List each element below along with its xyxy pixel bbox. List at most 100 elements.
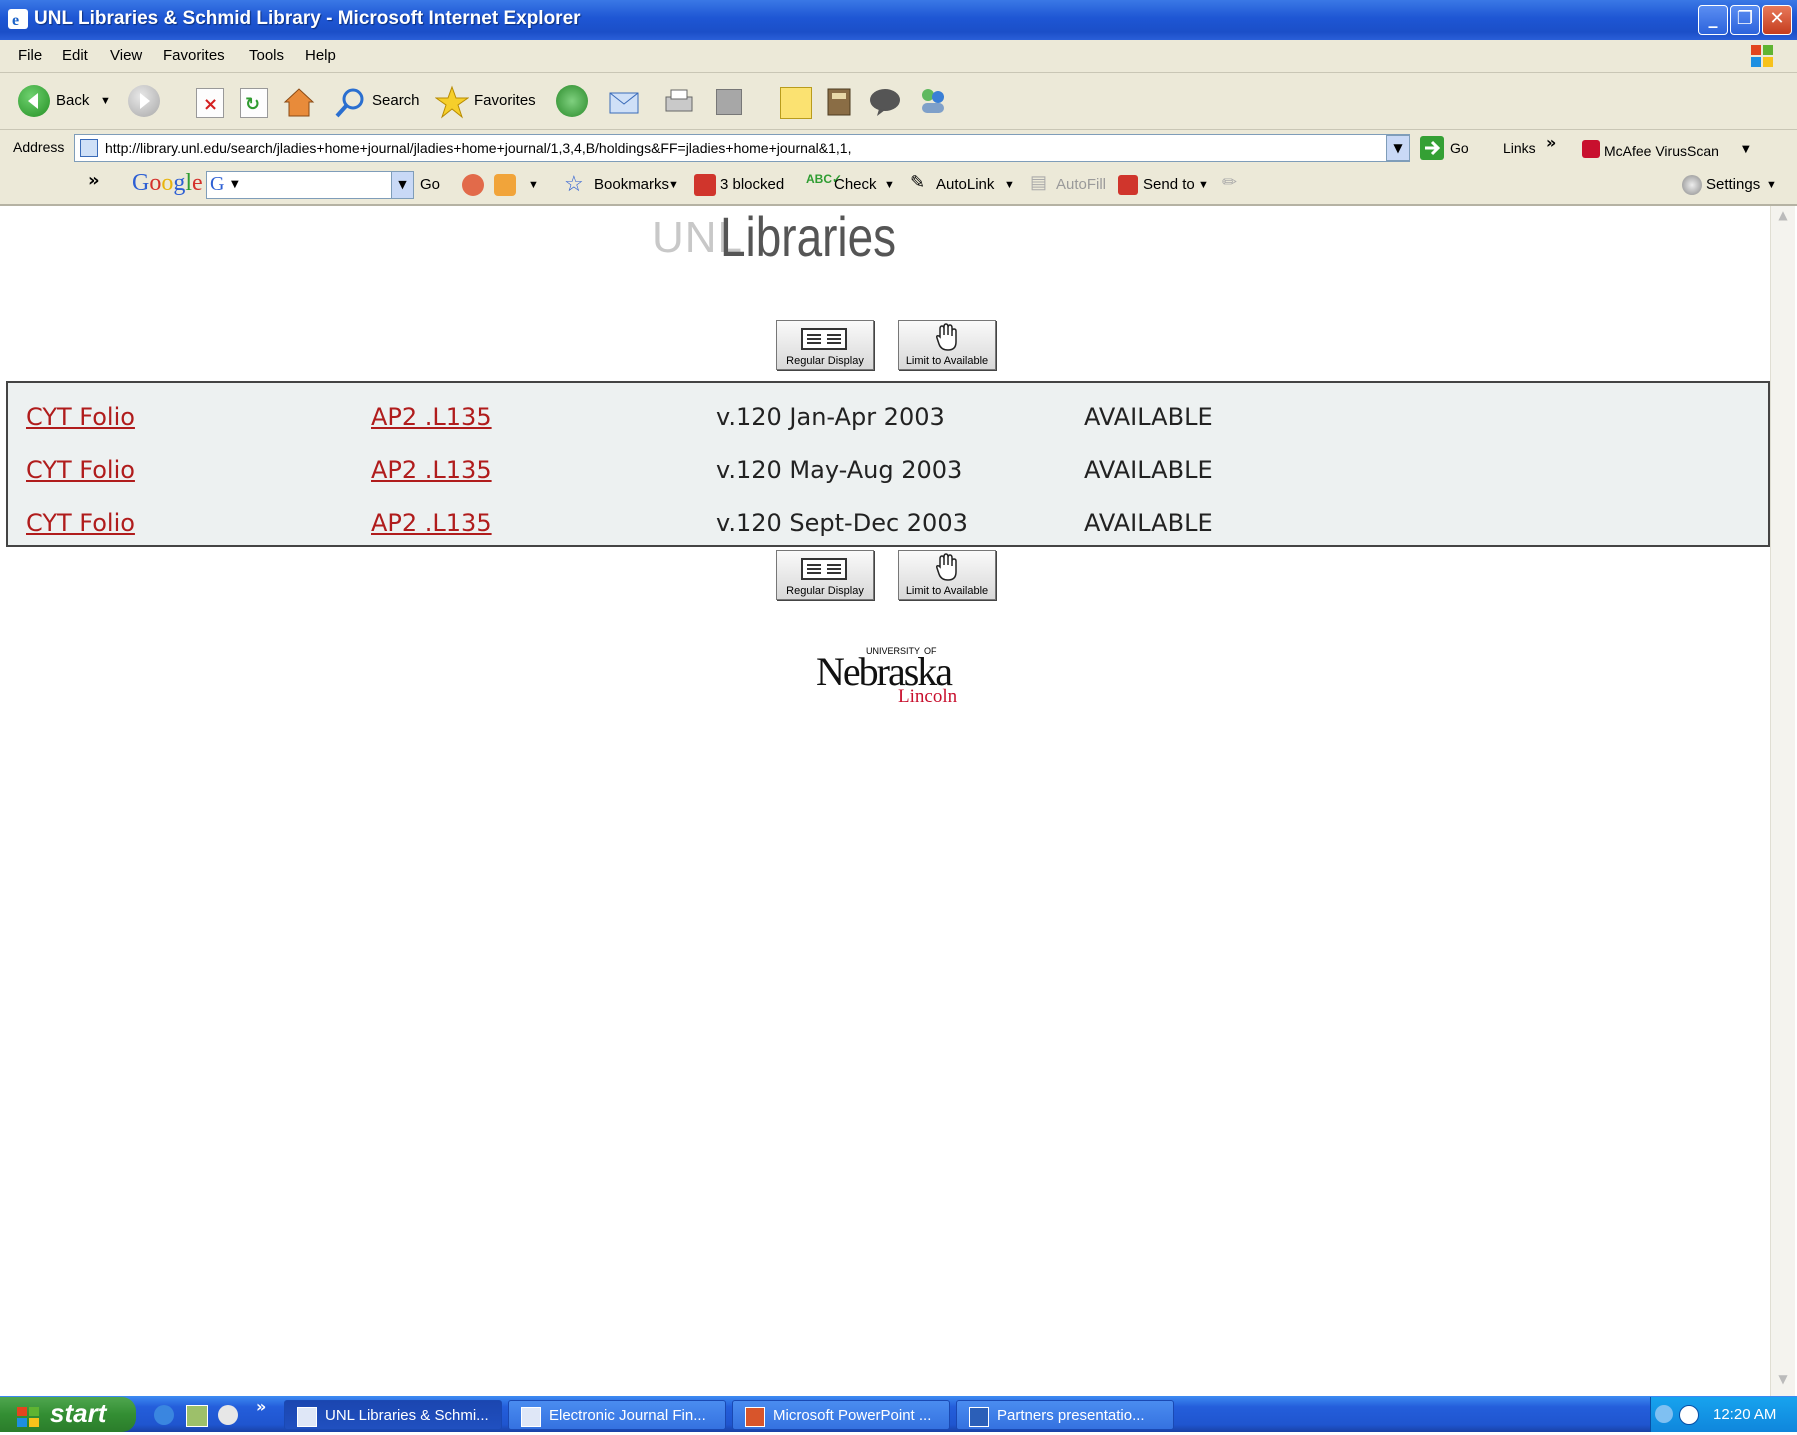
research-icon[interactable] xyxy=(824,85,854,117)
send-to-icon[interactable] xyxy=(1118,175,1138,195)
menu-file[interactable]: File xyxy=(18,47,42,64)
popups-blocked-label[interactable]: 3 blocked xyxy=(720,176,784,193)
search-button-label[interactable]: Search xyxy=(372,92,420,109)
back-button-label[interactable]: Back xyxy=(56,92,89,109)
autofill-button[interactable]: AutoFill xyxy=(1056,176,1106,193)
google-g-dropdown-icon[interactable]: ▼ xyxy=(231,179,239,190)
regular-display-button-bottom[interactable]: Regular Display xyxy=(776,550,874,600)
edit-icon[interactable] xyxy=(716,89,742,115)
puzzle-dropdown-icon[interactable]: ▼ xyxy=(528,179,539,191)
autolink-icon[interactable]: ✎ xyxy=(910,172,925,193)
taskbar-item-label: UNL Libraries & Schmi... xyxy=(325,1407,489,1424)
pencil-icon[interactable]: ✏ xyxy=(1222,172,1237,193)
forward-arrow-icon[interactable] xyxy=(128,85,160,117)
send-to-dropdown-icon[interactable]: ▼ xyxy=(1198,179,1209,191)
mail-icon[interactable] xyxy=(608,87,642,117)
links-chevron-icon[interactable]: » xyxy=(1546,133,1556,152)
quicklaunch-media-icon[interactable] xyxy=(218,1405,238,1425)
history-icon[interactable] xyxy=(556,85,588,117)
send-to-button[interactable]: Send to xyxy=(1143,176,1195,193)
favorites-star-icon[interactable] xyxy=(434,85,470,119)
google-go-button[interactable]: Go xyxy=(420,176,440,193)
menu-edit[interactable]: Edit xyxy=(62,47,88,64)
location-link[interactable]: CYT Folio xyxy=(26,403,135,431)
go-button-label[interactable]: Go xyxy=(1450,140,1469,156)
location-link[interactable]: CYT Folio xyxy=(26,509,135,537)
notes-icon[interactable] xyxy=(780,87,812,119)
quicklaunch-chevron-icon[interactable]: » xyxy=(256,1397,266,1416)
google-search-input[interactable]: G ▼ ▼ xyxy=(206,171,414,199)
address-dropdown-icon[interactable]: ▼ xyxy=(1386,135,1410,161)
taskbar-item-powerpoint[interactable]: Microsoft PowerPoint ... xyxy=(732,1400,950,1430)
call-number-link-text[interactable]: AP2 .L135 xyxy=(371,509,492,537)
popup-blocker-icon[interactable] xyxy=(694,174,716,196)
home-icon[interactable] xyxy=(282,85,316,119)
regular-display-button-top[interactable]: Regular Display xyxy=(776,320,874,370)
call-number-link[interactable]: AP2 .L135 xyxy=(371,456,492,484)
menu-help[interactable]: Help xyxy=(305,47,336,64)
tray-arrow-icon[interactable] xyxy=(1655,1405,1673,1423)
quicklaunch-desktop-icon[interactable] xyxy=(186,1405,208,1427)
location-link-text[interactable]: CYT Folio xyxy=(26,509,135,537)
vertical-scrollbar[interactable]: ▲ ▼ xyxy=(1770,206,1795,1396)
check-dropdown-icon[interactable]: ▼ xyxy=(884,179,895,191)
call-number-link-text[interactable]: AP2 .L135 xyxy=(371,456,492,484)
status-text: AVAILABLE xyxy=(1084,403,1213,431)
location-link[interactable]: CYT Folio xyxy=(26,456,135,484)
start-button[interactable]: start xyxy=(0,1397,136,1432)
messenger-icon[interactable] xyxy=(868,87,902,117)
close-button[interactable]: ✕ xyxy=(1762,5,1792,35)
puzzle-icon[interactable] xyxy=(494,174,516,196)
buddies-icon[interactable] xyxy=(916,85,950,117)
address-input[interactable]: http://library.unl.edu/search/jladies+ho… xyxy=(74,134,1410,162)
settings-dropdown-icon[interactable]: ▼ xyxy=(1766,179,1777,191)
favorites-button-label[interactable]: Favorites xyxy=(474,92,536,109)
bookmarks-star-icon[interactable]: ☆ xyxy=(564,171,584,197)
back-dropdown-icon[interactable]: ▼ xyxy=(100,95,111,107)
call-number-link[interactable]: AP2 .L135 xyxy=(371,509,492,537)
settings-button[interactable]: Settings xyxy=(1706,176,1760,193)
menu-favorites[interactable]: Favorites xyxy=(163,47,225,64)
google-input-dropdown-icon[interactable]: ▼ xyxy=(391,172,413,198)
autolink-dropdown-icon[interactable]: ▼ xyxy=(1004,179,1015,191)
call-number-link[interactable]: AP2 .L135 xyxy=(371,403,492,431)
regular-display-label: Regular Display xyxy=(786,355,864,367)
autolink-button[interactable]: AutoLink xyxy=(936,176,994,193)
powerpoint-icon xyxy=(745,1407,765,1427)
toolbar-chevron-icon[interactable]: » xyxy=(88,170,100,191)
minimize-button[interactable]: _ xyxy=(1698,5,1728,35)
limit-to-available-button-top[interactable]: Limit to Available xyxy=(898,320,996,370)
start-label[interactable]: start xyxy=(50,1398,106,1429)
address-url[interactable]: http://library.unl.edu/search/jladies+ho… xyxy=(105,140,851,156)
check-button[interactable]: Check xyxy=(834,176,877,193)
bookmarks-button[interactable]: Bookmarks xyxy=(594,176,669,193)
taskbar-item-unl[interactable]: UNL Libraries & Schmi... xyxy=(284,1400,502,1430)
go-arrow-icon[interactable] xyxy=(1420,136,1444,160)
nebraska-logo[interactable]: UNIVERSITY OF Nebraska Lincoln xyxy=(816,640,960,707)
news-icon[interactable] xyxy=(462,174,484,196)
scroll-down-icon[interactable]: ▼ xyxy=(1773,1372,1793,1392)
back-arrow-icon[interactable] xyxy=(18,85,50,117)
google-g-icon[interactable]: G xyxy=(210,173,224,196)
stop-icon[interactable]: × xyxy=(196,88,224,118)
print-icon[interactable] xyxy=(662,87,696,117)
mcafee-dropdown-icon[interactable]: ▼ xyxy=(1742,144,1750,155)
menu-tools[interactable]: Tools xyxy=(249,47,284,64)
location-link-text[interactable]: CYT Folio xyxy=(26,456,135,484)
bookmarks-dropdown-icon[interactable]: ▼ xyxy=(668,179,679,191)
location-link-text[interactable]: CYT Folio xyxy=(26,403,135,431)
tray-clock-icon[interactable] xyxy=(1679,1405,1699,1425)
menu-view[interactable]: View xyxy=(110,47,142,64)
taskbar-item-word[interactable]: Partners presentatio... xyxy=(956,1400,1174,1430)
scroll-up-icon[interactable]: ▲ xyxy=(1773,208,1793,228)
mcafee-label[interactable]: McAfee VirusScan xyxy=(1604,143,1719,159)
search-icon[interactable] xyxy=(334,87,366,119)
taskbar-item-ejournal[interactable]: Electronic Journal Fin... xyxy=(508,1400,726,1430)
quicklaunch-ie-icon[interactable] xyxy=(154,1405,174,1425)
settings-icon[interactable] xyxy=(1682,175,1702,195)
call-number-link-text[interactable]: AP2 .L135 xyxy=(371,403,492,431)
limit-to-available-button-bottom[interactable]: Limit to Available xyxy=(898,550,996,600)
refresh-icon[interactable]: ↻ xyxy=(240,88,268,118)
restore-button[interactable]: ❐ xyxy=(1730,5,1760,35)
links-label[interactable]: Links xyxy=(1503,140,1536,156)
